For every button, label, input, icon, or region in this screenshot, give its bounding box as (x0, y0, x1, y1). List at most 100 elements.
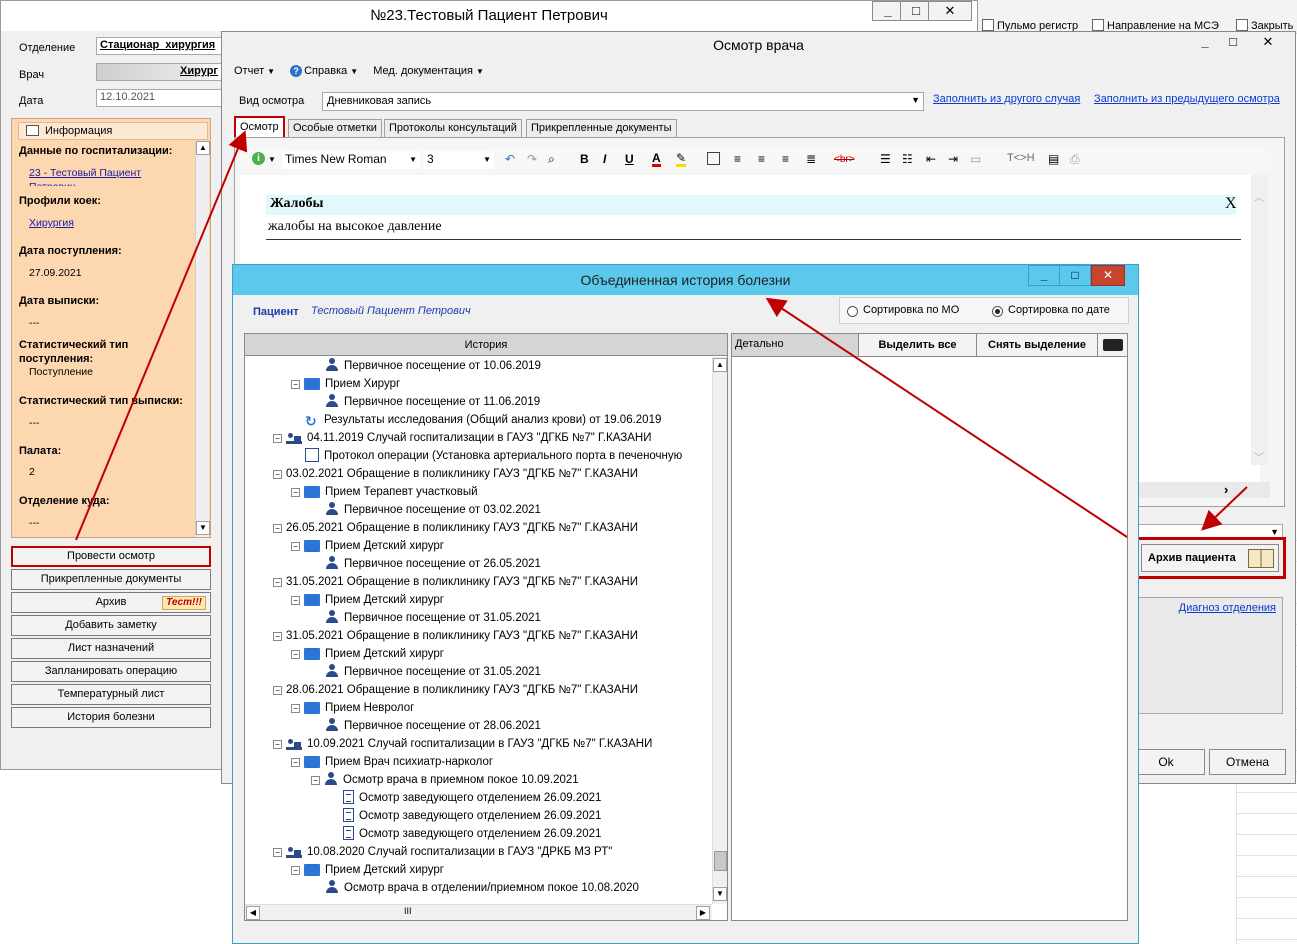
tree-row[interactable]: − Прием Детский хирург (291, 645, 444, 663)
info-beds-link[interactable]: Хирургия (29, 217, 74, 229)
tree-row[interactable]: − Прием Терапевт участковый (291, 483, 478, 501)
find-icon[interactable]: ⌕ (548, 152, 555, 167)
sort-by-mo-label[interactable]: Сортировка по МО (863, 304, 959, 316)
tree-row[interactable]: − Прием Невролог (291, 699, 414, 717)
close-button[interactable]: ✕ (1252, 33, 1284, 53)
tree-row[interactable]: Первичное посещение от 28.06.2021 (311, 717, 541, 735)
highlight-icon[interactable]: ✎ (676, 152, 687, 167)
tree-horizontal-scrollbar[interactable]: ◀ III ▶ (245, 904, 712, 920)
tree-row[interactable]: −31.05.2021 Обращение в поликлинику ГАУЗ… (273, 573, 638, 591)
add-note-button[interactable]: Добавить заметку (11, 615, 211, 636)
tree-row[interactable]: − Прием Хирург (291, 375, 400, 393)
prescriptions-button[interactable]: Лист назначений (11, 638, 211, 659)
justify-icon[interactable]: ≣ (806, 152, 816, 166)
collapse-toggle-icon[interactable]: − (273, 848, 282, 857)
collapse-toggle-icon[interactable]: − (291, 758, 300, 767)
font-size-select[interactable]: 3 ▼ (424, 151, 494, 169)
tab-special-marks[interactable]: Особые отметки (288, 119, 382, 137)
tree-row[interactable]: Осмотр заведующего отделением 26.09.2021 (329, 825, 601, 843)
align-center-icon[interactable]: ≡ (758, 152, 765, 166)
info-icon[interactable]: i (252, 152, 265, 165)
tree-row[interactable]: − Осмотр врача в приемном покое 10.09.202… (311, 771, 579, 789)
collapse-toggle-icon[interactable]: − (291, 704, 300, 713)
collapse-toggle-icon[interactable]: − (273, 578, 282, 587)
tree-row[interactable]: Первичное посещение от 10.06.2019 (311, 357, 541, 375)
numbered-list-icon[interactable]: ☰ (880, 152, 891, 166)
tree-row[interactable]: Осмотр врача в отделении/приемном покое … (311, 879, 639, 897)
scroll-thumb-grip[interactable]: III (404, 906, 412, 916)
collapse-toggle-icon[interactable]: − (291, 650, 300, 659)
doctor-field[interactable]: Хирург (96, 63, 222, 81)
scroll-left-icon[interactable]: ◀ (246, 906, 260, 920)
collapse-toggle-icon[interactable]: − (273, 740, 282, 749)
tree-row[interactable]: −26.05.2021 Обращение в поликлинику ГАУЗ… (273, 519, 638, 537)
tree-row[interactable]: Первичное посещение от 03.02.2021 (311, 501, 541, 519)
scroll-down-icon[interactable]: ﹀ (1254, 449, 1264, 464)
chevron-down-icon[interactable]: ▼ (268, 155, 276, 164)
tree-row[interactable]: −31.05.2021 Обращение в поликлинику ГАУЗ… (273, 627, 638, 645)
print-button[interactable] (1097, 334, 1127, 356)
outdent-icon[interactable]: ⇤ (926, 152, 936, 166)
template-icon[interactable]: ▤ (1048, 152, 1059, 166)
scroll-thumb[interactable] (714, 851, 727, 871)
department-diagnosis-link[interactable]: Диагноз отделения (1179, 602, 1276, 614)
select-all-button[interactable]: Выделить все (858, 334, 976, 356)
attached-docs-button[interactable]: Прикрепленные документы (11, 569, 211, 590)
sort-by-mo-radio[interactable] (847, 306, 858, 317)
collapse-toggle-icon[interactable]: − (311, 776, 320, 785)
font-color-icon[interactable]: A (652, 152, 661, 167)
tree-row[interactable]: Осмотр заведующего отделением 26.09.2021 (329, 789, 601, 807)
tree-row[interactable]: − 10.09.2021 Случай госпитализации в ГАУЗ… (273, 735, 652, 753)
collapse-toggle-icon[interactable]: − (291, 380, 300, 389)
scroll-up-icon[interactable]: ︿ (1254, 189, 1264, 204)
tree-row[interactable]: −03.02.2021 Обращение в поликлинику ГАУЗ… (273, 465, 638, 483)
menu-med-docs[interactable]: Мед. документация ▼ (373, 65, 484, 77)
collapse-toggle-icon[interactable]: − (273, 470, 282, 479)
scroll-up-icon[interactable]: ▲ (713, 358, 727, 372)
remove-format-icon[interactable]: <br> (834, 154, 855, 165)
bullet-list-icon[interactable]: ☷ (902, 152, 913, 166)
conduct-exam-button[interactable]: Провести осмотр (11, 546, 211, 567)
insert-icon[interactable]: ▭ (970, 152, 981, 166)
archive-button[interactable]: Архив Тест!!! (11, 592, 211, 613)
tab-attached-docs[interactable]: Прикрепленные документы (526, 119, 677, 137)
collapse-toggle-icon[interactable]: − (273, 686, 282, 695)
font-name-select[interactable]: Times New Roman ▼ (282, 151, 420, 169)
info-hospitalization-link[interactable]: 23 - Тестовый Пациент Петрович (29, 166, 179, 186)
tree-vertical-scrollbar[interactable]: ▲ ▼ (712, 357, 727, 904)
temperature-sheet-button[interactable]: Температурный лист (11, 684, 211, 705)
sort-by-date-radio[interactable] (992, 306, 1003, 317)
tree-row[interactable]: − Прием Врач психиатр-нарколог (291, 753, 493, 771)
menu-report[interactable]: Отчет ▼ (234, 65, 275, 77)
tree-row[interactable]: −28.06.2021 Обращение в поликлинику ГАУЗ… (273, 681, 638, 699)
image-icon[interactable] (707, 152, 720, 165)
minimize-button[interactable]: _ (1028, 265, 1060, 286)
print-icon[interactable]: ⎙ (1070, 152, 1080, 167)
tree-row[interactable]: Первичное посещение от 26.05.2021 (311, 555, 541, 573)
exam-type-select[interactable]: Дневниковая запись ▼ (322, 92, 924, 111)
tree-row[interactable]: − Прием Детский хирург (291, 537, 444, 555)
fill-from-other-case-link[interactable]: Заполнить из другого случая (933, 93, 1080, 105)
collapse-toggle-icon[interactable]: − (273, 434, 282, 443)
cancel-button[interactable]: Отмена (1209, 749, 1286, 775)
tab-consultations[interactable]: Протоколы консультаций (384, 119, 522, 137)
close-button[interactable]: ✕ (928, 1, 972, 21)
date-field[interactable]: 12.10.2021 (96, 89, 222, 107)
maximize-button[interactable]: □ (1059, 265, 1091, 286)
collapse-toggle-icon[interactable]: − (273, 524, 282, 533)
info-header[interactable]: Информация (18, 122, 208, 140)
sort-by-date-label[interactable]: Сортировка по дате (1008, 304, 1110, 316)
indent-icon[interactable]: ⇥ (948, 152, 958, 166)
scroll-right-icon[interactable]: ▶ (696, 906, 710, 920)
tree-row[interactable]: − Прием Детский хирург (291, 591, 444, 609)
redo-icon[interactable]: ↷ (527, 152, 537, 166)
department-field[interactable]: Стационар_хирургия (96, 37, 222, 55)
text-direction-icon[interactable]: T<>H (1007, 152, 1035, 164)
align-right-icon[interactable]: ≡ (782, 152, 789, 166)
menu-help[interactable]: ? Справка ▼ (290, 65, 358, 77)
maximize-button[interactable]: □ (1217, 33, 1249, 53)
tree-row[interactable]: ↻ Результаты исследования (Общий анализ к… (291, 411, 661, 429)
deselect-button[interactable]: Снять выделение (976, 334, 1097, 356)
scroll-down-icon[interactable]: ▼ (196, 521, 210, 535)
info-scrollbar[interactable]: ▲ ▼ (195, 141, 210, 537)
